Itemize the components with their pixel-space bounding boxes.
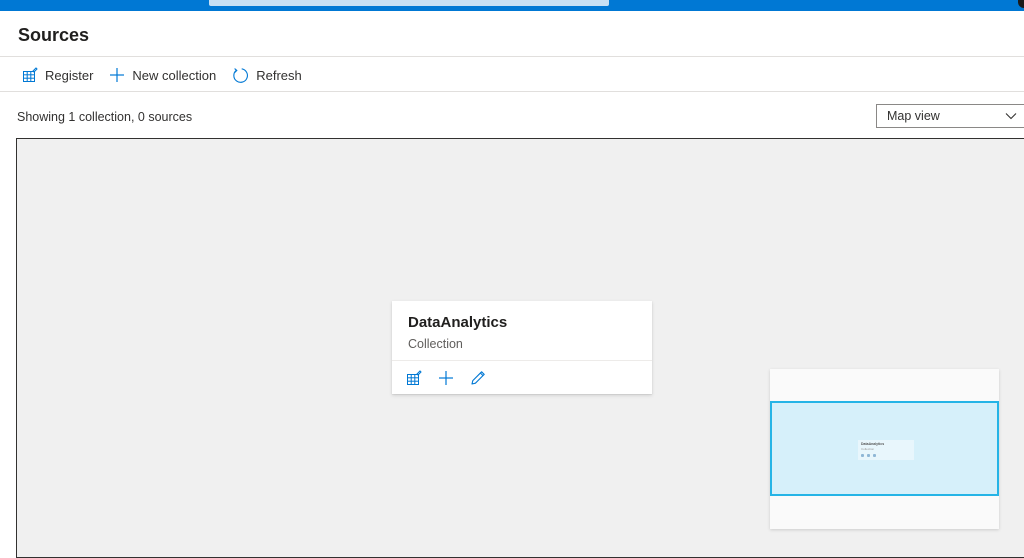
card-edit-button[interactable] [470, 369, 502, 387]
collection-card[interactable]: DataAnalytics Collection [392, 301, 652, 394]
card-add-subcollection-button[interactable] [438, 369, 470, 387]
minimap-collection-card: DataAnalytics Collection [858, 440, 914, 460]
minimap-plus-icon [867, 454, 870, 457]
minimap-pencil-icon [873, 454, 876, 457]
refresh-label: Refresh [256, 67, 302, 83]
view-mode-selected: Map view [887, 109, 940, 123]
minimap-grid-icon [861, 454, 864, 457]
grid-edit-icon [407, 370, 422, 385]
plus-icon [110, 68, 125, 82]
pencil-icon [471, 371, 485, 385]
command-bar: Register New collection Refresh [14, 64, 310, 86]
map-minimap[interactable]: DataAnalytics Collection [770, 369, 999, 529]
global-search-box[interactable] [209, 0, 609, 6]
collection-name: DataAnalytics [408, 314, 508, 331]
collection-summary: Showing 1 collection, 0 sources [17, 110, 193, 124]
chevron-down-icon [1005, 113, 1017, 120]
collection-type: Collection [408, 337, 463, 351]
avatar[interactable] [1018, 0, 1024, 8]
register-button[interactable]: Register [14, 64, 101, 86]
view-mode-dropdown[interactable]: Map view [876, 104, 1024, 128]
new-collection-button[interactable]: New collection [101, 64, 224, 86]
page-title: Sources [18, 25, 90, 45]
minimap-viewport[interactable]: DataAnalytics Collection [770, 401, 999, 496]
grid-edit-icon [23, 67, 38, 82]
toolbar-divider [0, 91, 1024, 92]
refresh-icon [233, 67, 249, 83]
minimap-card-name: DataAnalytics [861, 442, 885, 446]
card-register-button[interactable] [406, 369, 438, 387]
new-collection-label: New collection [132, 67, 217, 83]
header-divider [0, 56, 1024, 57]
refresh-button[interactable]: Refresh [224, 64, 310, 86]
plus-icon [439, 371, 453, 385]
register-label: Register [45, 67, 94, 83]
portal-header-bar [0, 0, 1024, 11]
collection-map-canvas[interactable]: DataAnalytics Collection DataAnalytics C… [16, 138, 1024, 558]
card-divider [392, 360, 652, 361]
card-actions [406, 369, 502, 387]
minimap-card-type: Collection [861, 447, 875, 451]
